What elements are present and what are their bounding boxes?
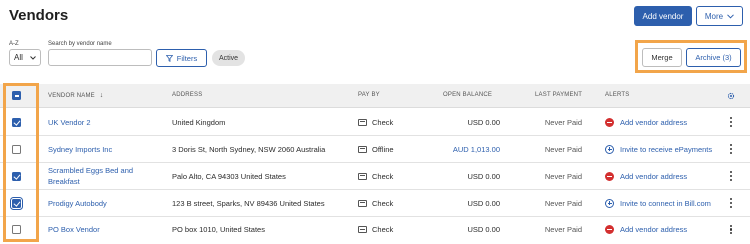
sort-arrow-icon: ↓ [99,92,104,99]
vendor-name-link[interactable]: UK Vendor 2 [48,109,148,135]
kebab-icon [729,224,733,235]
table-row[interactable]: Scrambled Eggs Bed and Breakfast Palo Al… [0,163,750,190]
more-label: More [704,11,724,21]
row-menu-button[interactable] [728,109,734,135]
error-icon [605,225,614,234]
plus-circle-icon [605,198,614,208]
vendor-name-link[interactable]: Prodigy Autobody [48,190,148,216]
pay-by-label: Check [372,198,394,208]
add-vendor-button[interactable]: Add vendor [634,6,692,26]
archive-button[interactable]: Archive (3) [686,48,741,67]
plus-circle-icon [605,144,614,154]
gear-icon[interactable] [727,92,735,100]
offline-icon [358,145,367,153]
vendor-address: 123 B street, Sparks, NV 89436 United St… [172,198,325,208]
last-payment: Never Paid [544,198,582,208]
alert-link[interactable]: Add vendor address [605,217,715,242]
pay-by-label: Check [372,225,394,234]
column-open-balance: OPEN BALANCE [443,92,493,98]
vendor-name-link[interactable]: PO Box Vendor [48,217,148,242]
column-last-payment: LAST PAYMENT [535,92,583,98]
check-icon [358,199,367,207]
alert-text: Invite to receive ePayments [620,144,713,154]
az-label: A-Z [9,41,19,47]
page-title: Vendors [9,7,69,24]
more-button[interactable]: More [696,6,743,26]
filter-icon [165,54,173,62]
table-row[interactable]: Sydney Imports Inc 3 Doris St, North Syd… [0,136,750,163]
open-balance: USD 0.00 [467,171,500,181]
kebab-icon [729,171,733,181]
row-menu-button[interactable] [728,136,734,162]
column-address: ADDRESS [172,92,203,98]
pay-by: Check [358,109,393,135]
last-payment: Never Paid [544,144,582,154]
alert-link[interactable]: Invite to receive ePayments [605,136,715,162]
row-menu-button[interactable] [728,163,734,189]
active-filter-chip[interactable]: Active [212,50,245,66]
vendor-address: United Kingdom [172,117,226,127]
vendor-name-link[interactable]: Sydney Imports Inc [48,136,148,162]
alert-text: Invite to connect in Bill.com [620,198,711,208]
column-vendor-name[interactable]: VENDOR NAME ↓ [48,92,103,99]
open-balance: USD 0.00 [467,225,500,234]
error-icon [605,117,614,127]
vendor-address: 3 Doris St, North Sydney, NSW 2060 Austr… [172,144,326,154]
vendor-search-input[interactable] [48,49,152,66]
table-row[interactable]: UK Vendor 2 United Kingdom Check USD 0.0… [0,109,750,136]
row-menu-button[interactable] [728,217,734,242]
search-label: Search by vendor name [48,41,112,47]
az-select[interactable]: All [9,49,41,66]
row-menu-button[interactable] [728,190,734,216]
vendor-name-link[interactable]: Scrambled Eggs Bed and Breakfast [48,163,148,189]
last-payment: Never Paid [544,117,582,127]
table-row[interactable]: PO Box Vendor PO box 1010, United States… [0,217,750,242]
error-icon [605,171,614,181]
column-pay-by: PAY BY [358,92,380,98]
alert-link[interactable]: Invite to connect in Bill.com [605,190,715,216]
pay-by: Offline [358,136,394,162]
alert-link[interactable]: Add vendor address [605,109,715,135]
check-icon [358,118,367,126]
pay-by: Check [358,163,393,189]
table-row[interactable]: Prodigy Autobody 123 B street, Sparks, N… [0,190,750,217]
chevron-down-icon [727,13,734,19]
filters-label: Filters [176,53,198,63]
last-payment: Never Paid [544,171,582,181]
pay-by-label: Check [372,171,394,181]
table-header: VENDOR NAME ↓ ADDRESS PAY BY OPEN BALANC… [0,84,750,108]
kebab-icon [729,117,733,127]
kebab-icon [729,144,733,154]
alert-text: Add vendor address [620,225,688,234]
merge-button[interactable]: Merge [642,48,682,67]
open-balance: USD 0.00 [467,117,500,127]
alert-link[interactable]: Add vendor address [605,163,715,189]
column-vendor-name-label: VENDOR NAME [48,93,95,99]
check-icon [358,226,367,233]
az-select-value: All [14,53,23,62]
filters-button[interactable]: Filters [156,49,207,67]
alert-text: Add vendor address [620,171,688,181]
vendor-address: PO box 1010, United States [172,225,265,234]
column-alerts: ALERTS [605,92,630,98]
kebab-icon [729,198,733,208]
open-balance: USD 0.00 [467,198,500,208]
last-payment: Never Paid [544,225,582,234]
check-icon [358,172,367,180]
pay-by-label: Check [372,117,394,127]
pay-by-label: Offline [372,144,394,154]
pay-by: Check [358,190,393,216]
vendor-address: Palo Alto, CA 94303 United States [172,171,286,181]
open-balance-link[interactable]: AUD 1,013.00 [453,136,500,162]
alert-text: Add vendor address [620,117,688,127]
pay-by: Check [358,217,393,242]
checkbox-column-highlight [3,83,39,242]
chevron-down-icon [30,55,36,60]
